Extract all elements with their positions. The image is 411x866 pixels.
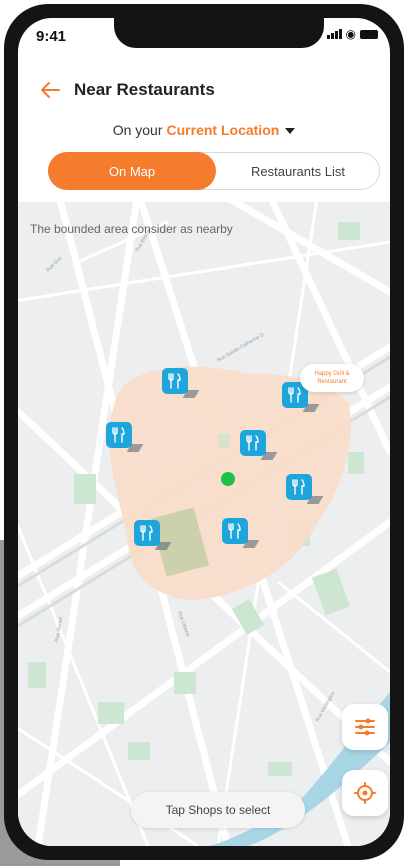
caret-down-icon[interactable]: [285, 128, 296, 135]
header: Near Restaurants: [18, 78, 390, 108]
locate-button[interactable]: [342, 770, 388, 816]
tab-on-map[interactable]: On Map: [48, 152, 216, 190]
battery-icon: [360, 29, 378, 39]
restaurant-pin[interactable]: [106, 422, 132, 448]
view-toggle: On Map Restaurants List: [48, 152, 380, 190]
fork-knife-icon: [228, 523, 241, 539]
phone-notch: [114, 18, 324, 48]
signal-icon: [326, 29, 342, 39]
filter-button[interactable]: [342, 704, 388, 750]
restaurant-pin[interactable]: [240, 430, 266, 456]
sliders-icon: [355, 718, 375, 736]
current-location-link[interactable]: Current Location: [167, 122, 280, 138]
fork-knife-icon: [288, 387, 301, 403]
restaurant-pin[interactable]: [286, 474, 312, 500]
map-view[interactable]: Rue Bishop Rue Guy Rue Sainte-Catherine …: [18, 202, 390, 846]
location-selector[interactable]: On your Current Location: [18, 122, 390, 138]
fork-knife-icon: [112, 427, 125, 443]
fork-knife-icon: [292, 479, 305, 495]
status-icons: ◉: [326, 27, 378, 41]
phone-screen: 9:41 ◉ Near Restaurants On your Current L…: [18, 18, 390, 846]
fork-knife-icon: [140, 525, 153, 541]
restaurant-pin[interactable]: [222, 518, 248, 544]
current-location-dot: [221, 472, 235, 486]
restaurant-pin[interactable]: [162, 368, 188, 394]
page-title: Near Restaurants: [74, 80, 215, 99]
map-canvas: Rue Bishop Rue Guy Rue Sainte-Catherine …: [18, 202, 390, 846]
location-prefix: On your: [112, 122, 163, 138]
fork-knife-icon: [168, 373, 181, 389]
restaurant-bubble[interactable]: Happy Grill & Restaurant: [300, 364, 364, 392]
restaurant-pin[interactable]: [134, 520, 160, 546]
target-icon: [354, 782, 376, 804]
fork-knife-icon: [246, 435, 259, 451]
status-time: 9:41: [36, 28, 67, 45]
tab-restaurants-list[interactable]: Restaurants List: [217, 153, 379, 189]
wifi-icon: ◉: [345, 27, 356, 41]
arrow-left-icon[interactable]: [38, 78, 62, 102]
phone-frame: 9:41 ◉ Near Restaurants On your Current L…: [4, 4, 404, 860]
map-caption: The bounded area consider as nearby: [30, 222, 233, 236]
tap-shops-hint: Tap Shops to select: [131, 792, 305, 828]
